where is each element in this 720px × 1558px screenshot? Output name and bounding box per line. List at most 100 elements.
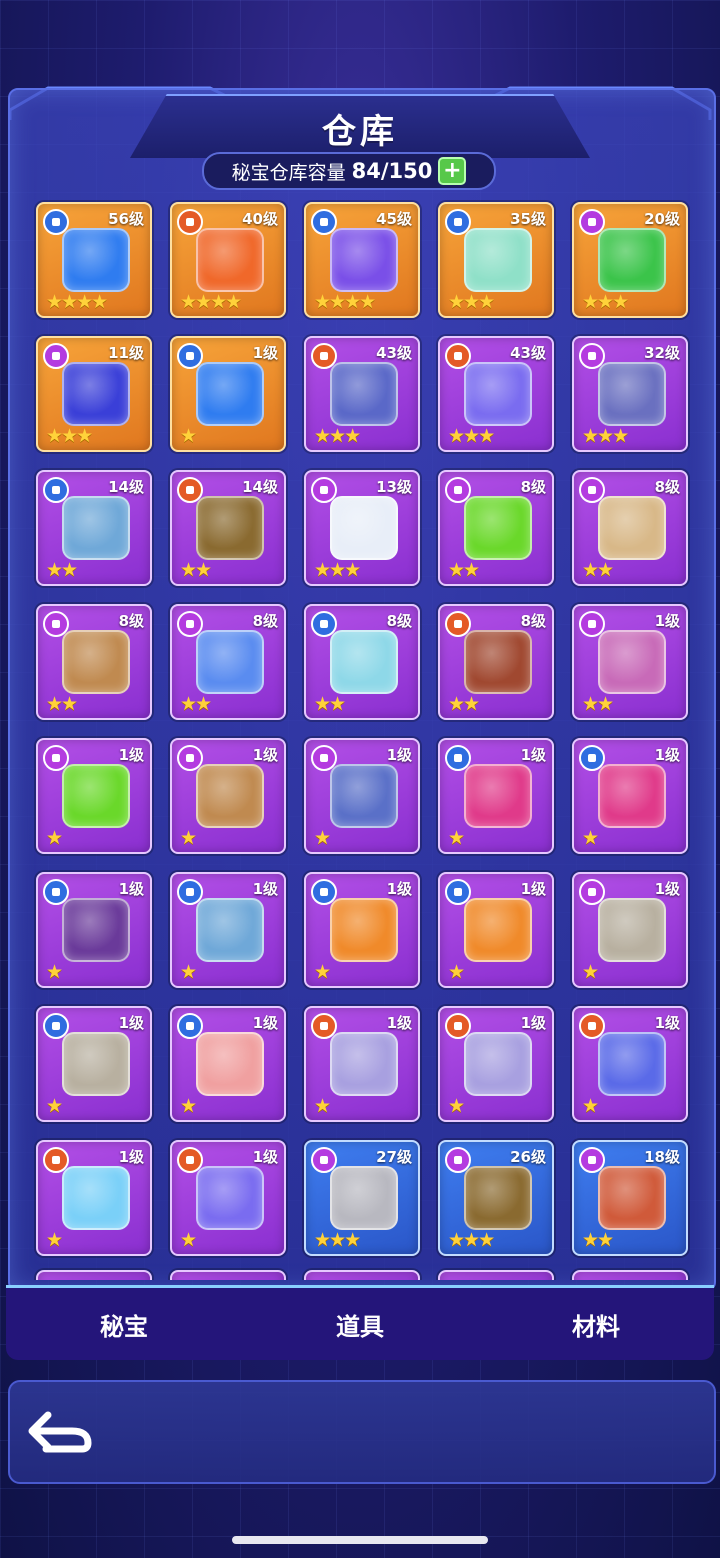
item-card[interactable]: 1级 ★ [438, 1006, 554, 1122]
item-icon [330, 228, 398, 292]
item-level: 43级 [510, 344, 546, 362]
crown-badge-icon [445, 1013, 471, 1039]
star-rating: ★★ [582, 693, 614, 715]
item-card[interactable]: 32级 ★★★ [572, 336, 688, 452]
item-card[interactable]: 8级 ★★ [170, 604, 286, 720]
bottom-bar [8, 1380, 716, 1484]
item-icon [330, 764, 398, 828]
item-card[interactable]: 1级 ★ [572, 1006, 688, 1122]
item-card[interactable]: 1级 ★ [304, 872, 420, 988]
item-card-partial[interactable] [438, 1270, 554, 1280]
star-rating: ★★★ [582, 425, 629, 447]
home-indicator[interactable] [232, 1536, 488, 1544]
item-card[interactable]: 1级 ★ [304, 1006, 420, 1122]
star-rating: ★ [448, 827, 465, 849]
item-card[interactable]: 1级 ★ [36, 872, 152, 988]
tab-props[interactable]: 道具 [260, 1307, 460, 1342]
star-rating: ★★ [448, 559, 480, 581]
star-rating: ★★★ [314, 559, 361, 581]
item-level: 1级 [386, 1014, 412, 1032]
item-card[interactable]: 14级 ★★ [170, 470, 286, 586]
star-rating: ★★ [582, 1229, 614, 1251]
tab-materials[interactable]: 材料 [496, 1307, 696, 1342]
gem-badge-icon [177, 745, 203, 771]
item-card[interactable]: 1级 ★ [170, 336, 286, 452]
item-icon [196, 630, 264, 694]
item-level: 11级 [108, 344, 144, 362]
item-icon [330, 1166, 398, 1230]
item-card[interactable]: 1级 ★ [170, 738, 286, 854]
inventory-scroll-area[interactable]: 56级 ★★★★ 40级 ★★★★ 45级 ★★★★ 35级 ★★★ 20级 ★★★ 11级 ★★★ 1… [0, 0, 720, 1280]
item-level: 14级 [108, 478, 144, 496]
item-card[interactable]: 43级 ★★★ [304, 336, 420, 452]
item-level: 43级 [376, 344, 412, 362]
item-card-partial[interactable] [304, 1270, 420, 1280]
star-rating: ★ [180, 1095, 197, 1117]
item-card[interactable]: 35级 ★★★ [438, 202, 554, 318]
item-icon [196, 764, 264, 828]
item-card-partial[interactable] [170, 1270, 286, 1280]
tab-treasure[interactable]: 秘宝 [24, 1307, 224, 1342]
item-card[interactable]: 8级 ★★ [304, 604, 420, 720]
item-card[interactable]: 1级 ★ [36, 1140, 152, 1256]
item-level: 1级 [252, 880, 278, 898]
star-rating: ★★★ [314, 425, 361, 447]
star-rating: ★★ [46, 559, 78, 581]
item-card[interactable]: 8级 ★★ [572, 470, 688, 586]
item-card[interactable]: 13级 ★★★ [304, 470, 420, 586]
item-card[interactable]: 8级 ★★ [36, 604, 152, 720]
item-card-partial[interactable] [36, 1270, 152, 1280]
item-card[interactable]: 43级 ★★★ [438, 336, 554, 452]
item-card-partial[interactable] [572, 1270, 688, 1280]
item-card[interactable]: 18级 ★★ [572, 1140, 688, 1256]
item-card[interactable]: 1级 ★★ [572, 604, 688, 720]
item-card[interactable]: 26级 ★★★ [438, 1140, 554, 1256]
shield-badge-icon [43, 477, 69, 503]
item-icon [196, 898, 264, 962]
item-level: 1级 [252, 344, 278, 362]
star-rating: ★★★ [314, 1229, 361, 1251]
star-rating: ★★★ [46, 425, 93, 447]
item-card[interactable]: 1级 ★ [572, 872, 688, 988]
item-card[interactable]: 14级 ★★ [36, 470, 152, 586]
item-icon [598, 898, 666, 962]
item-card[interactable]: 1级 ★ [36, 738, 152, 854]
star-rating: ★ [448, 961, 465, 983]
item-card[interactable]: 1级 ★ [170, 1006, 286, 1122]
gem-badge-icon [579, 1147, 605, 1173]
item-icon [598, 362, 666, 426]
item-card[interactable]: 1级 ★ [572, 738, 688, 854]
item-card[interactable]: 20级 ★★★ [572, 202, 688, 318]
item-card[interactable]: 1级 ★ [304, 738, 420, 854]
star-rating: ★ [180, 827, 197, 849]
item-card[interactable]: 45级 ★★★★ [304, 202, 420, 318]
item-level: 8级 [386, 612, 412, 630]
item-level: 40级 [242, 210, 278, 228]
category-tab-bar: 秘宝 道具 材料 [6, 1285, 714, 1360]
gem-badge-icon [177, 611, 203, 637]
item-card[interactable]: 1级 ★ [438, 872, 554, 988]
item-card[interactable]: 1级 ★ [170, 872, 286, 988]
crown-badge-icon [177, 1147, 203, 1173]
star-rating: ★ [582, 1095, 599, 1117]
item-level: 1级 [118, 880, 144, 898]
item-card[interactable]: 8级 ★★ [438, 470, 554, 586]
item-card[interactable]: 1级 ★ [170, 1140, 286, 1256]
back-button[interactable] [24, 1406, 96, 1456]
shield-badge-icon [43, 209, 69, 235]
item-card[interactable]: 1级 ★ [438, 738, 554, 854]
item-card[interactable]: 40级 ★★★★ [170, 202, 286, 318]
item-card[interactable]: 27级 ★★★ [304, 1140, 420, 1256]
item-card[interactable]: 11级 ★★★ [36, 336, 152, 452]
item-card[interactable]: 8级 ★★ [438, 604, 554, 720]
item-card[interactable]: 56级 ★★★★ [36, 202, 152, 318]
star-rating: ★★★★ [180, 291, 242, 313]
item-card[interactable]: 1级 ★ [36, 1006, 152, 1122]
item-level: 1级 [654, 612, 680, 630]
star-rating: ★ [582, 961, 599, 983]
item-icon [598, 630, 666, 694]
gem-badge-icon [445, 477, 471, 503]
star-rating: ★ [314, 1095, 331, 1117]
star-rating: ★★ [180, 559, 212, 581]
item-level: 1级 [654, 746, 680, 764]
